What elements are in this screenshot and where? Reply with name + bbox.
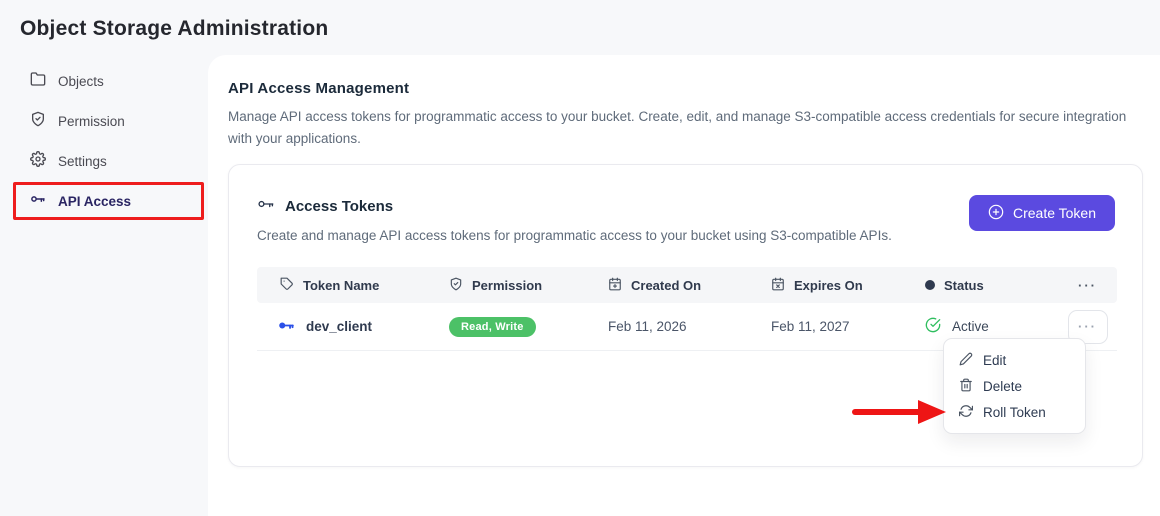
menu-item-delete[interactable]: Delete [944,373,1085,399]
menu-item-edit[interactable]: Edit [944,347,1085,373]
header-label: Permission [472,278,542,293]
section-heading: API Access Management [228,80,1143,97]
header-permission: Permission [449,277,608,294]
row-actions-menu: Edit Delete Roll Token [943,338,1086,434]
sidebar-item-label: Settings [58,154,107,169]
header-label: Status [944,278,984,293]
sidebar-item-settings[interactable]: Settings [0,141,208,181]
card-header: Access Tokens Create and manage API acce… [257,195,1115,243]
header-label: Token Name [303,278,379,293]
ellipsis-icon: ··· [1078,278,1097,293]
create-token-button[interactable]: Create Token [969,195,1115,231]
gear-icon [30,151,46,172]
annotation-red-box [13,182,204,220]
folder-icon [30,71,46,92]
pencil-icon [959,352,973,369]
header-label: Created On [631,278,701,293]
page-title: Object Storage Administration [20,17,328,41]
page: Object Storage Administration Objects Pe… [0,0,1160,516]
section-description: Manage API access tokens for programmati… [228,106,1143,150]
sidebar-item-label: Permission [58,114,125,129]
shield-icon [30,111,46,132]
header-status: Status [925,278,1058,293]
card-title: Access Tokens [285,198,393,215]
key-icon [257,195,275,218]
main-panel: API Access Management Manage API access … [208,55,1160,516]
annotation-arrow [846,398,948,426]
header-more: ··· [1058,278,1117,293]
cell-created-on: Feb 11, 2026 [608,319,771,334]
calendar-plus-icon [608,277,622,294]
tag-icon [280,277,294,294]
calendar-x-icon [771,277,785,294]
cell-status: Active [925,317,1058,336]
sidebar-item-objects[interactable]: Objects [0,61,208,101]
header-label: Expires On [794,278,863,293]
status-label: Active [952,319,989,334]
shield-icon [449,277,463,294]
header-created-on: Created On [608,277,771,294]
header-expires-on: Expires On [771,277,925,294]
sidebar-item-permission[interactable]: Permission [0,101,208,141]
menu-item-label: Delete [983,379,1022,394]
permission-badge: Read, Write [449,317,536,337]
plus-circle-icon [988,204,1004,223]
menu-item-roll-token[interactable]: Roll Token [944,399,1085,425]
cell-expires-on: Feb 11, 2027 [771,319,925,334]
check-circle-icon [925,317,941,336]
header-token-name: Token Name [257,277,449,294]
trash-icon [959,378,973,395]
menu-item-label: Edit [983,353,1006,368]
table-header-row: Token Name Permission Created On Expires… [257,267,1117,303]
cell-token-name: dev_client [257,317,449,337]
create-token-label: Create Token [1013,205,1096,221]
token-name: dev_client [306,319,372,334]
sidebar-item-label: Objects [58,74,104,89]
menu-item-label: Roll Token [983,405,1046,420]
status-dot-icon [925,280,935,290]
cell-permission: Read, Write [449,317,608,337]
card-subtitle: Create and manage API access tokens for … [257,228,892,243]
refresh-icon [959,404,973,421]
key-icon [278,317,295,337]
